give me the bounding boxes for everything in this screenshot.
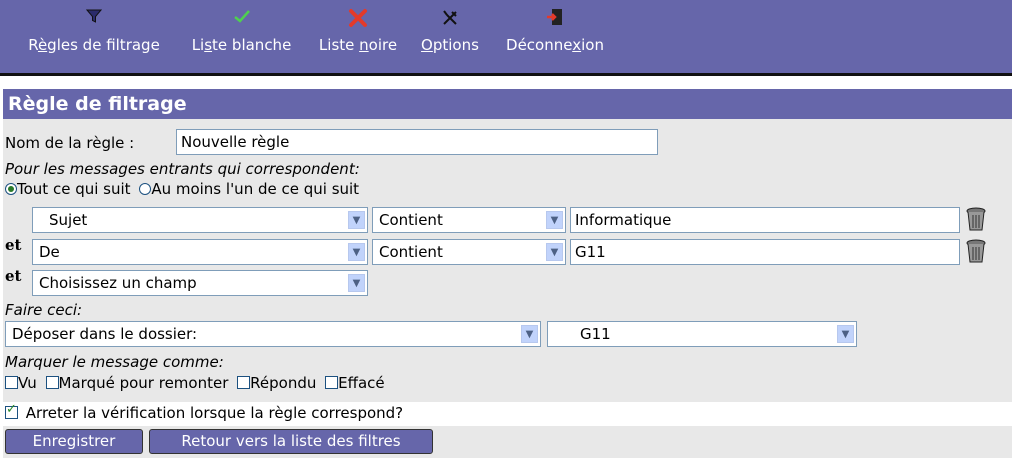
stop-processing-label: Arreter la vérification lorsque la règle… [25,404,404,422]
chevron-down-icon: ▼ [348,211,365,229]
condition-2-field-select[interactable]: De ▼ [32,239,368,265]
condition-2-operator-select[interactable]: Contient ▼ [372,239,566,265]
condition-2-value-input[interactable]: G11 [570,239,960,265]
condition-1-value-input[interactable]: Informatique [570,207,960,233]
trash-icon[interactable] [965,206,987,232]
red-x-icon [309,8,407,30]
stop-processing-group: Arreter la vérification lorsque la règle… [5,402,404,422]
chevron-down-icon: ▼ [546,243,563,261]
form-title: Règle de filtrage [3,89,1012,119]
match-any-label: Au moins l'un de ce qui suit [151,180,360,198]
save-button[interactable]: Enregistrer [5,429,143,454]
folder-select[interactable]: G11 ▼ [547,321,857,347]
action-select[interactable]: Déposer dans le dossier: ▼ [5,321,541,347]
condition-1-field-select[interactable]: Sujet ▼ [32,207,368,233]
funnel-icon [14,8,174,30]
chevron-down-icon: ▼ [521,325,538,343]
mark-as-label: Marquer le message comme: [5,353,224,371]
trash-icon[interactable] [965,238,987,264]
chevron-down-icon: ▼ [348,274,365,292]
nav-blacklist[interactable]: Liste noire [309,8,407,54]
nav-whitelist[interactable]: Liste blanche [184,8,299,54]
chevron-down-icon: ▼ [546,211,563,229]
match-mode-group: Tout ce qui suit Au moins l'un de ce qui… [5,180,359,198]
condition-1-operator-select[interactable]: Contient ▼ [372,207,566,233]
top-nav-bar: Règles de filtrage Liste blanche Liste n… [0,0,1012,76]
flag-flagged-checkbox[interactable] [45,376,59,389]
action-label: Faire ceci: [5,301,83,319]
logout-icon [494,8,616,30]
rule-name-label: Nom de la règle : [5,134,135,152]
and-label: et [5,236,22,254]
new-condition-field-select[interactable]: Choisissez un champ ▼ [32,270,368,296]
chevron-down-icon: ▼ [837,325,854,343]
back-to-filters-button[interactable]: Retour vers la liste des filtres [149,429,433,454]
flag-answered-checkbox[interactable] [237,376,251,389]
flag-deleted-checkbox[interactable] [325,376,339,389]
tools-icon [414,8,486,30]
flag-seen-checkbox[interactable] [5,376,18,389]
incoming-messages-label: Pour les messages entrants qui correspon… [5,160,360,178]
rule-name-input[interactable]: Nouvelle règle [176,129,658,155]
match-any-radio[interactable] [139,183,152,195]
checkmark-icon [184,8,299,30]
chevron-down-icon: ▼ [348,243,365,261]
filter-rule-form: Règle de filtrage Nom de la règle : Nouv… [3,89,1012,458]
nav-filter-rules[interactable]: Règles de filtrage [14,8,174,54]
nav-logout[interactable]: Déconnexion [494,8,616,54]
match-all-radio[interactable] [5,183,17,195]
flags-group: Vu Marqué pour remonter Répondu Effacé [5,374,385,392]
and-label: et [5,267,22,285]
stop-processing-checkbox[interactable] [5,402,18,419]
match-all-label: Tout ce qui suit [17,180,131,198]
nav-options[interactable]: Options [414,8,486,54]
